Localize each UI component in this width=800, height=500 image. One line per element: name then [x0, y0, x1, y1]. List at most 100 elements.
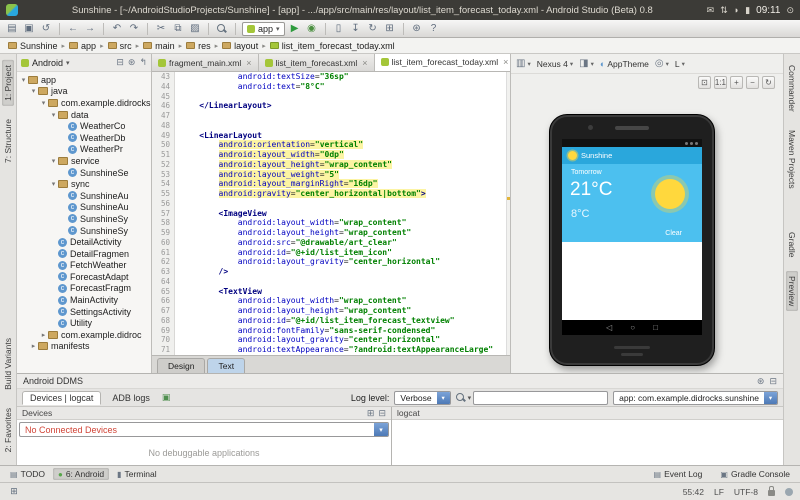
- code-line[interactable]: 44 android:text="8°C": [152, 82, 510, 92]
- find-icon[interactable]: [215, 22, 229, 36]
- log-level-select[interactable]: Verbose ▾: [394, 391, 450, 405]
- tree-item[interactable]: ▾data: [17, 109, 151, 121]
- collapse-all-icon[interactable]: ⊟: [116, 57, 124, 68]
- forward-icon[interactable]: →: [83, 22, 97, 36]
- tree-item[interactable]: ▸com.example.didroc: [17, 329, 151, 341]
- save-all-icon[interactable]: ▣: [22, 22, 36, 36]
- tree-item[interactable]: cWeatherDb: [17, 132, 151, 144]
- volume-icon[interactable]: ◗: [734, 5, 739, 15]
- breadcrumb-item[interactable]: res: [186, 41, 211, 51]
- ddms-tab[interactable]: ADB logs: [105, 392, 157, 404]
- copy-icon[interactable]: ⧉: [171, 22, 185, 36]
- code-line[interactable]: 52 android:layout_height="wrap_content": [152, 160, 510, 170]
- code-line[interactable]: 57 <ImageView: [152, 209, 510, 219]
- cut-icon[interactable]: ✂: [154, 22, 168, 36]
- sync-files-icon[interactable]: ↺: [39, 22, 53, 36]
- power-icon[interactable]: ⊙: [786, 5, 794, 16]
- tree-item[interactable]: cFetchWeather: [17, 260, 151, 272]
- clock[interactable]: 09:11: [756, 5, 780, 16]
- dock-tab-commander[interactable]: Commander: [786, 60, 798, 117]
- dock-tab-build-variants[interactable]: Build Variants: [2, 333, 14, 395]
- breadcrumb-item[interactable]: layout: [222, 41, 258, 51]
- logcat-search-input[interactable]: [473, 391, 608, 405]
- code-line[interactable]: 45: [152, 92, 510, 102]
- tree-item[interactable]: cSunshineSy: [17, 213, 151, 225]
- dropdown-arrow-icon[interactable]: ▾: [437, 392, 450, 404]
- code-line[interactable]: 50 android:orientation="vertical": [152, 140, 510, 150]
- logcat-pane-body[interactable]: [392, 420, 783, 465]
- open-file-icon[interactable]: ▤: [5, 22, 19, 36]
- editor-tab[interactable]: fragment_main.xml×: [152, 54, 259, 71]
- tree-item[interactable]: ▾java: [17, 86, 151, 98]
- breadcrumb-item[interactable]: src: [108, 41, 132, 51]
- dock-tab-preview[interactable]: Preview: [786, 271, 798, 311]
- dock-tab-2-favorites[interactable]: 2: Favorites: [2, 403, 14, 457]
- breadcrumb-item[interactable]: Sunshine: [8, 41, 58, 51]
- tree-item[interactable]: ▾app: [17, 74, 151, 86]
- code-line[interactable]: 47: [152, 111, 510, 121]
- lock-icon[interactable]: [768, 490, 775, 496]
- theme-select[interactable]: ◐AppTheme: [600, 59, 649, 69]
- code-area[interactable]: 43 android:textSize="36sp"44 android:tex…: [152, 72, 510, 355]
- editor-tab[interactable]: list_item_forecast_today.xml×: [375, 54, 510, 71]
- paste-icon[interactable]: ▨: [188, 22, 202, 36]
- close-tab-icon[interactable]: ×: [503, 57, 508, 67]
- zoom-in-icon[interactable]: +: [730, 76, 743, 89]
- dock-tab-7-structure[interactable]: 7: Structure: [2, 114, 14, 168]
- tree-item[interactable]: cDetailFragmen: [17, 248, 151, 260]
- orientation-icon[interactable]: ◨▾: [579, 58, 594, 69]
- mode-tab-text[interactable]: Text: [207, 358, 245, 373]
- tree-item[interactable]: cForecastFragm: [17, 283, 151, 295]
- recents-nav-icon[interactable]: □: [653, 323, 658, 332]
- code-line[interactable]: 70 android:layout_gravity="center_horizo…: [152, 335, 510, 345]
- zoom-actual-icon[interactable]: 1:1: [714, 76, 727, 89]
- locale-icon[interactable]: ◎▾: [655, 58, 669, 69]
- project-view-selector[interactable]: Android: [32, 58, 63, 68]
- hide-panel-icon[interactable]: ⊟: [769, 376, 777, 387]
- dock-tab-1-project[interactable]: 1: Project: [2, 60, 14, 106]
- code-line[interactable]: 65 <TextView: [152, 287, 510, 297]
- mail-icon[interactable]: ✉: [707, 5, 715, 16]
- sdk-manager-icon[interactable]: ↧: [349, 22, 363, 36]
- tree-item[interactable]: ▾com.example.didrocks: [17, 97, 151, 109]
- tab-gradle-console[interactable]: ▣Gradle Console: [715, 468, 795, 480]
- tree-item[interactable]: cWeatherPr: [17, 144, 151, 156]
- code-line[interactable]: 61 android:id="@+id/list_item_icon": [152, 248, 510, 258]
- screen-capture-icon[interactable]: ▣: [162, 392, 171, 403]
- tree-item[interactable]: ▾sync: [17, 178, 151, 190]
- close-tab-icon[interactable]: ×: [362, 58, 367, 68]
- phone-screen[interactable]: Sunshine Tomorrow 21°C 8°C Clear ◁○□: [562, 139, 702, 335]
- toolwindow-toggle-icon[interactable]: ⊞: [7, 485, 21, 499]
- code-line[interactable]: 71 android:textAppearance="?android:text…: [152, 345, 510, 355]
- configuration-icon[interactable]: ▥▾: [516, 58, 531, 69]
- settings-icon[interactable]: ⊛: [410, 22, 424, 36]
- zoom-fit-icon[interactable]: ⊡: [698, 76, 711, 89]
- code-line[interactable]: 66 android:layout_width="wrap_content": [152, 296, 510, 306]
- mode-tab-design[interactable]: Design: [157, 358, 205, 373]
- line-separator-indicator[interactable]: LF: [714, 487, 724, 497]
- api-version-select[interactable]: L▾: [675, 59, 685, 69]
- title-bar[interactable]: Sunshine - [~/AndroidStudioProjects/Suns…: [0, 0, 800, 20]
- code-line[interactable]: 56: [152, 199, 510, 209]
- dock-tab-maven-projects[interactable]: Maven Projects: [786, 125, 798, 194]
- dropdown-arrow-icon[interactable]: ▾: [764, 392, 777, 404]
- code-line[interactable]: 68 android:id="@+id/list_item_forecast_t…: [152, 316, 510, 326]
- dropdown-arrow-icon[interactable]: ▾: [66, 59, 70, 67]
- dropdown-arrow-icon[interactable]: ▾: [374, 423, 388, 436]
- hide-panel-icon[interactable]: ↰: [139, 57, 147, 68]
- code-line[interactable]: 64: [152, 277, 510, 287]
- code-line[interactable]: 46 </LinearLayout>: [152, 101, 510, 111]
- tab-terminal[interactable]: ▮Terminal: [112, 468, 162, 480]
- breadcrumb-item[interactable]: main: [143, 41, 175, 51]
- tree-item[interactable]: cSunshineSy: [17, 225, 151, 237]
- tree-item[interactable]: cDetailActivity: [17, 236, 151, 248]
- device-selector[interactable]: No Connected Devices ▾: [19, 422, 389, 437]
- code-line[interactable]: 67 android:layout_height="wrap_content": [152, 306, 510, 316]
- code-line[interactable]: 54 android:layout_marginRight="16dp": [152, 179, 510, 189]
- undo-icon[interactable]: ↶: [110, 22, 124, 36]
- caret-position[interactable]: 55:42: [683, 487, 704, 497]
- project-structure-icon[interactable]: ⊞: [383, 22, 397, 36]
- redo-icon[interactable]: ↷: [127, 22, 141, 36]
- gear-icon[interactable]: ⊛: [757, 376, 765, 387]
- avd-manager-icon[interactable]: ▯: [332, 22, 346, 36]
